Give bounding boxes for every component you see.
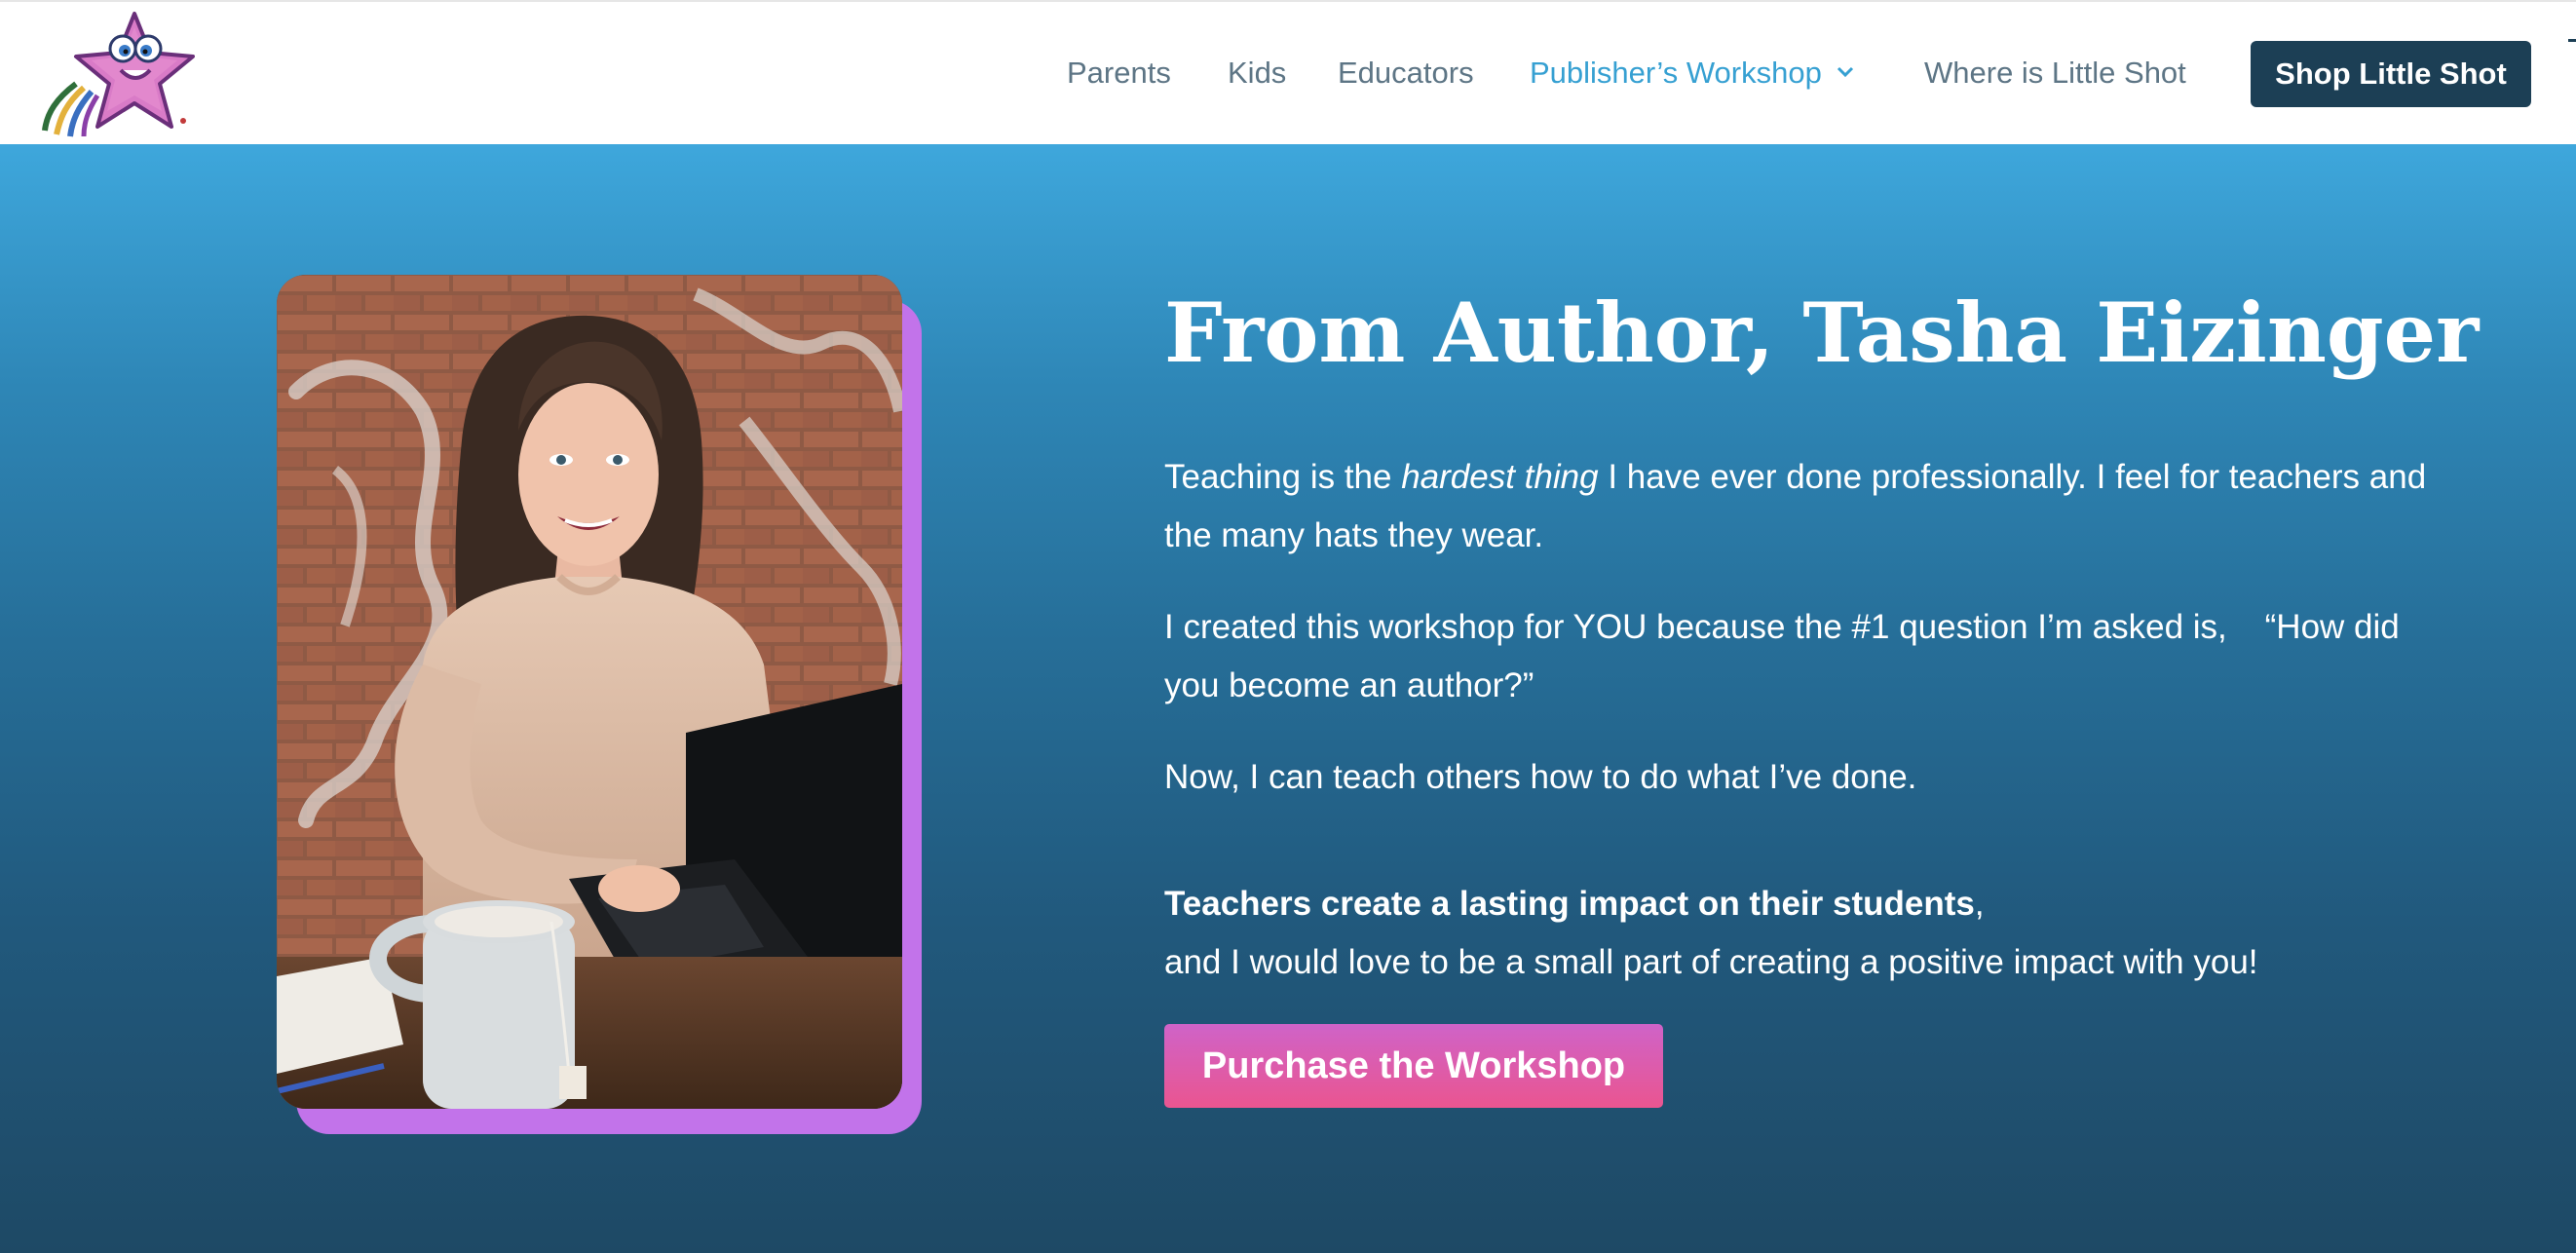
header-edge-mark <box>2568 39 2576 42</box>
nav-item-educators[interactable]: Educators <box>1338 49 1474 97</box>
nav-item-kids[interactable]: Kids <box>1228 49 1286 97</box>
workshop-reason-paragraph: I created this workshop for YOU because … <box>1164 608 2409 704</box>
impact-comma: , <box>1974 885 1985 923</box>
shop-button[interactable]: Shop Little Shot <box>2251 41 2531 107</box>
intro-emphasis: hardest thing <box>1401 458 1599 496</box>
site-logo[interactable] <box>37 6 203 142</box>
site-header: Parents Kids Educators Publisher’s Works… <box>0 0 2576 144</box>
impact-emphasis: Teachers create a lasting impact on thei… <box>1164 885 1975 923</box>
author-photo <box>277 275 902 1109</box>
page-title: From Author, Tasha Eizinger <box>1164 285 2480 381</box>
impact-paragraph: Teachers create a lasting impact on thei… <box>1164 875 2431 992</box>
impact-line-2: and I would love to be a small part of c… <box>1164 943 2258 981</box>
author-photo-image <box>277 275 902 1109</box>
chevron-down-icon <box>1837 66 1853 77</box>
nav-item-where-is-little-shot[interactable]: Where is Little Shot <box>1924 49 2186 97</box>
intro-text-start: Teaching is the <box>1164 458 1402 496</box>
nav-item-publishers-workshop[interactable]: Publisher’s Workshop <box>1530 49 1855 97</box>
hero-section: From Author, Tasha Eizinger Teaching is … <box>0 144 2576 1253</box>
nav-item-parents[interactable]: Parents <box>1067 49 1171 97</box>
purchase-workshop-button[interactable]: Purchase the Workshop <box>1164 1024 1663 1108</box>
starfish-logo-icon <box>42 12 195 137</box>
intro-paragraph: Teaching is the hardest thing I have eve… <box>1164 448 2431 565</box>
teach-others-paragraph: Now, I can teach others how to do what I… <box>1164 758 1917 796</box>
nav-item-label: Publisher’s Workshop <box>1530 56 1822 90</box>
